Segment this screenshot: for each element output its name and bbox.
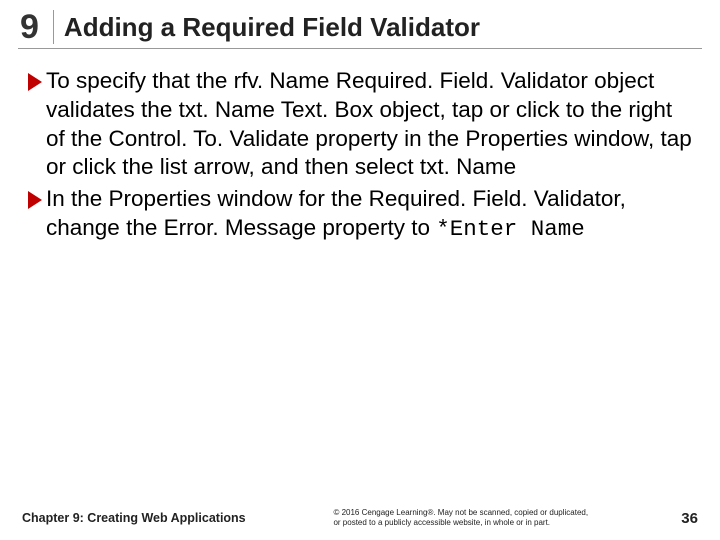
slide-title: Adding a Required Field Validator <box>54 12 480 43</box>
bullet-item: In the Properties window for the Require… <box>28 185 692 244</box>
bullet-arrow-icon <box>28 191 42 209</box>
bullet-text-pre: To specify that the rfv. Name Required. … <box>46 68 692 179</box>
footer-page-number: 36 <box>681 510 698 527</box>
slide-content: To specify that the rfv. Name Required. … <box>0 49 720 244</box>
bullet-text: In the Properties window for the Require… <box>46 185 692 244</box>
slide-footer: Chapter 9: Creating Web Applications © 2… <box>0 508 720 528</box>
bullet-arrow-icon <box>28 73 42 91</box>
footer-chapter-label: Chapter 9: Creating Web Applications <box>22 511 246 525</box>
bullet-text: To specify that the rfv. Name Required. … <box>46 67 692 183</box>
slide-header: 9 Adding a Required Field Validator <box>18 0 702 49</box>
footer-copyright: © 2016 Cengage Learning®. May not be sca… <box>333 508 593 528</box>
bullet-item: To specify that the rfv. Name Required. … <box>28 67 692 183</box>
bullet-text-mono: *Enter Name <box>436 216 585 242</box>
chapter-number: 9 <box>18 10 54 44</box>
